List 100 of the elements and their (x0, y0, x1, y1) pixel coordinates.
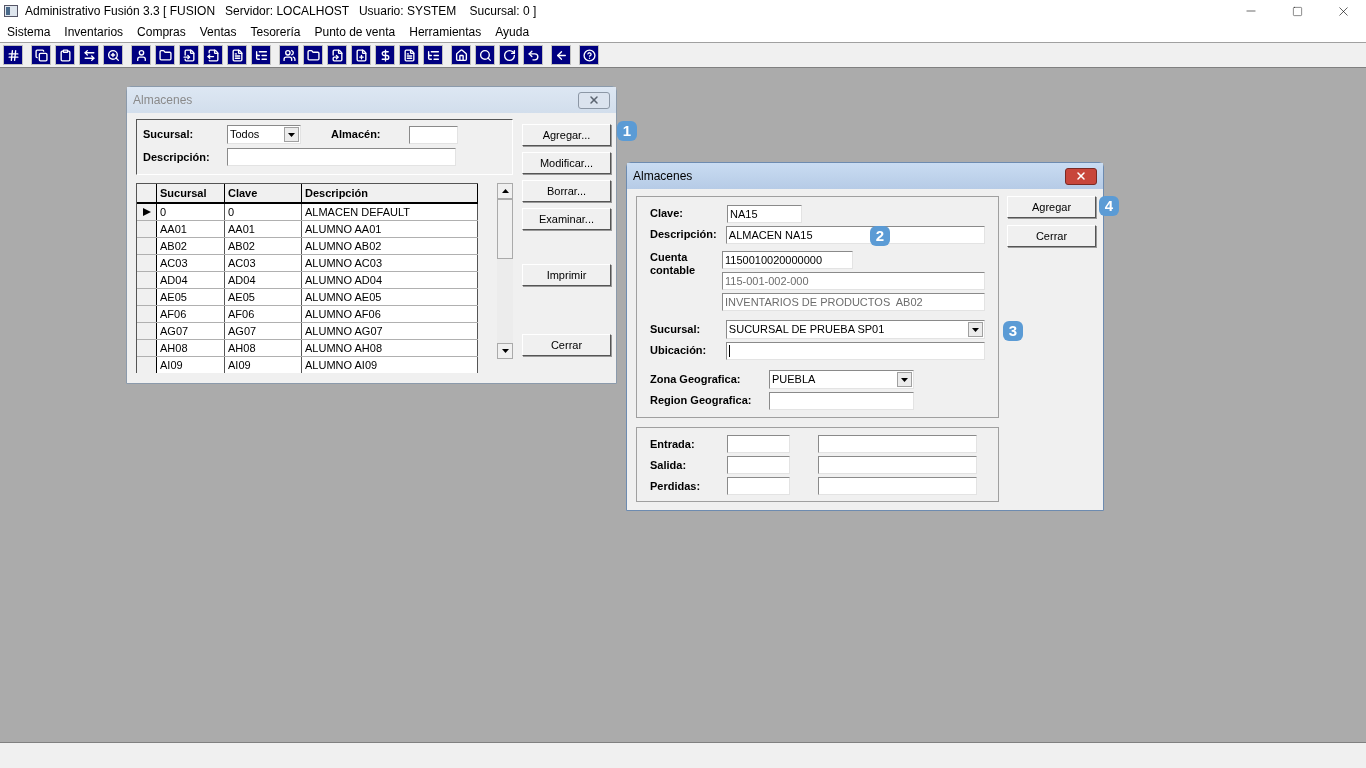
step-number-badge: 1 (617, 120, 637, 141)
dialog-button[interactable]: Borrar... (522, 180, 611, 202)
dialog-button[interactable]: Modificar... (522, 152, 611, 174)
toolbar-button[interactable] (351, 45, 371, 65)
toolbar-button[interactable] (399, 45, 419, 65)
toolbar-button[interactable] (203, 45, 223, 65)
menu-item[interactable]: Ventas (199, 23, 237, 41)
step-number-badge: 3 (1003, 320, 1023, 341)
toolbar-button[interactable] (523, 45, 543, 65)
branch-dropdown[interactable]: Todos (227, 125, 301, 144)
table-cell: AH08 (225, 340, 302, 356)
menu-item[interactable]: Ayuda (495, 23, 530, 41)
toolbar-button[interactable] (327, 45, 347, 65)
toolbar-button[interactable] (31, 45, 51, 65)
movement-input[interactable] (727, 477, 790, 495)
scroll-thumb[interactable] (497, 199, 513, 259)
account-input[interactable]: 1150010020000000 (722, 251, 853, 269)
movement-account-input[interactable] (818, 456, 977, 474)
row-selector[interactable] (137, 272, 157, 288)
vertical-scrollbar[interactable] (497, 183, 513, 359)
region-input[interactable] (769, 391, 914, 410)
dialog-button[interactable]: Agregar (1007, 196, 1096, 218)
scroll-up-icon[interactable] (497, 183, 513, 199)
column-header[interactable]: Sucursal (157, 184, 225, 202)
field-label: Perdidas: (650, 478, 702, 494)
row-selector[interactable] (137, 306, 157, 322)
field-label: Descripción: (650, 227, 718, 243)
field-label: Clave: (650, 206, 685, 222)
menu-item[interactable]: Herramientas (409, 23, 482, 41)
menu-item[interactable]: Inventarios (64, 23, 124, 41)
branch-dropdown[interactable]: SUCURSAL DE PRUEBA SP01 (725, 320, 985, 339)
document-export-icon (206, 48, 220, 62)
column-header[interactable]: Clave (225, 184, 302, 202)
toolbar-button[interactable] (499, 45, 519, 65)
movement-input[interactable] (727, 456, 790, 474)
table-cell: AI09 (225, 357, 302, 373)
row-selector[interactable] (137, 238, 157, 254)
numbers-icon (6, 48, 20, 62)
table-cell: ALUMNO AG07 (302, 323, 478, 339)
row-selector[interactable] (137, 323, 157, 339)
swap-arrows-icon (82, 48, 96, 62)
document-icon (230, 48, 244, 62)
home-icon (454, 48, 468, 62)
location-input[interactable] (725, 341, 985, 360)
dialog-button[interactable]: Agregar... (522, 124, 611, 146)
toolbar-button[interactable] (279, 45, 299, 65)
dialog-button[interactable]: Cerrar (1007, 225, 1096, 247)
column-header[interactable]: Descripción (302, 184, 478, 202)
toolbar-button[interactable] (451, 45, 471, 65)
clipboard-icon (58, 48, 72, 62)
row-selector[interactable] (137, 289, 157, 305)
menu-item[interactable]: Sistema (7, 23, 51, 41)
row-selector[interactable] (137, 357, 157, 373)
table-cell: AG07 (225, 323, 302, 339)
row-selector[interactable] (137, 340, 157, 356)
toolbar-button[interactable] (55, 45, 75, 65)
toolbar-button[interactable] (551, 45, 571, 65)
code-input[interactable]: NA15 (727, 204, 802, 223)
warehouse-input[interactable] (409, 125, 458, 144)
app-icon (4, 5, 18, 17)
toolbar-button[interactable] (131, 45, 151, 65)
toolbar-button[interactable] (579, 45, 599, 65)
zone-dropdown[interactable]: PUEBLA (769, 370, 914, 389)
scroll-down-icon[interactable] (497, 343, 513, 359)
close-button[interactable] (1065, 167, 1097, 185)
toolbar-button[interactable] (79, 45, 99, 65)
toolbar-button[interactable] (375, 45, 395, 65)
list-tree-icon (426, 48, 440, 62)
toolbar-button[interactable] (303, 45, 323, 65)
account-code-field[interactable]: 115-001-002-000 (722, 272, 985, 290)
toolbar-button[interactable] (423, 45, 443, 65)
help-icon (582, 48, 596, 62)
toolbar-button[interactable] (103, 45, 123, 65)
movement-input[interactable] (727, 435, 790, 453)
account-name-field[interactable]: INVENTARIOS DE PRODUCTOS AB02 (722, 293, 985, 311)
refresh-icon (502, 48, 516, 62)
row-selector[interactable] (137, 221, 157, 237)
toolbar-button[interactable] (251, 45, 271, 65)
toolbar-button[interactable] (3, 45, 23, 65)
movement-account-input[interactable] (818, 435, 977, 453)
row-pointer-icon (142, 208, 151, 216)
toolbar-button[interactable] (227, 45, 247, 65)
toolbar-button[interactable] (155, 45, 175, 65)
row-selector[interactable] (137, 204, 157, 220)
undo-icon (526, 48, 540, 62)
app-title: Administrativo Fusión 3.3 [ FUSION Servidor: LOCALHOST Usuario: SYSTEM Sucursal: 0 ] (25, 3, 537, 20)
menu-item[interactable]: Tesorería (250, 23, 301, 41)
description-input[interactable] (227, 148, 456, 166)
movement-account-input[interactable] (818, 477, 977, 495)
table-cell: AG07 (157, 323, 225, 339)
row-selector[interactable] (137, 255, 157, 271)
toolbar-button[interactable] (179, 45, 199, 65)
dialog-button[interactable]: Imprimir (522, 264, 611, 286)
menu-item[interactable]: Punto de venta (314, 23, 396, 41)
table-cell: ALUMNO AC03 (302, 255, 478, 271)
dialog-button[interactable]: Examinar... (522, 208, 611, 230)
field-label: Ubicación: (650, 343, 708, 359)
toolbar-button[interactable] (475, 45, 495, 65)
menu-item[interactable]: Compras (137, 23, 186, 41)
dialog-button[interactable]: Cerrar (522, 334, 611, 356)
